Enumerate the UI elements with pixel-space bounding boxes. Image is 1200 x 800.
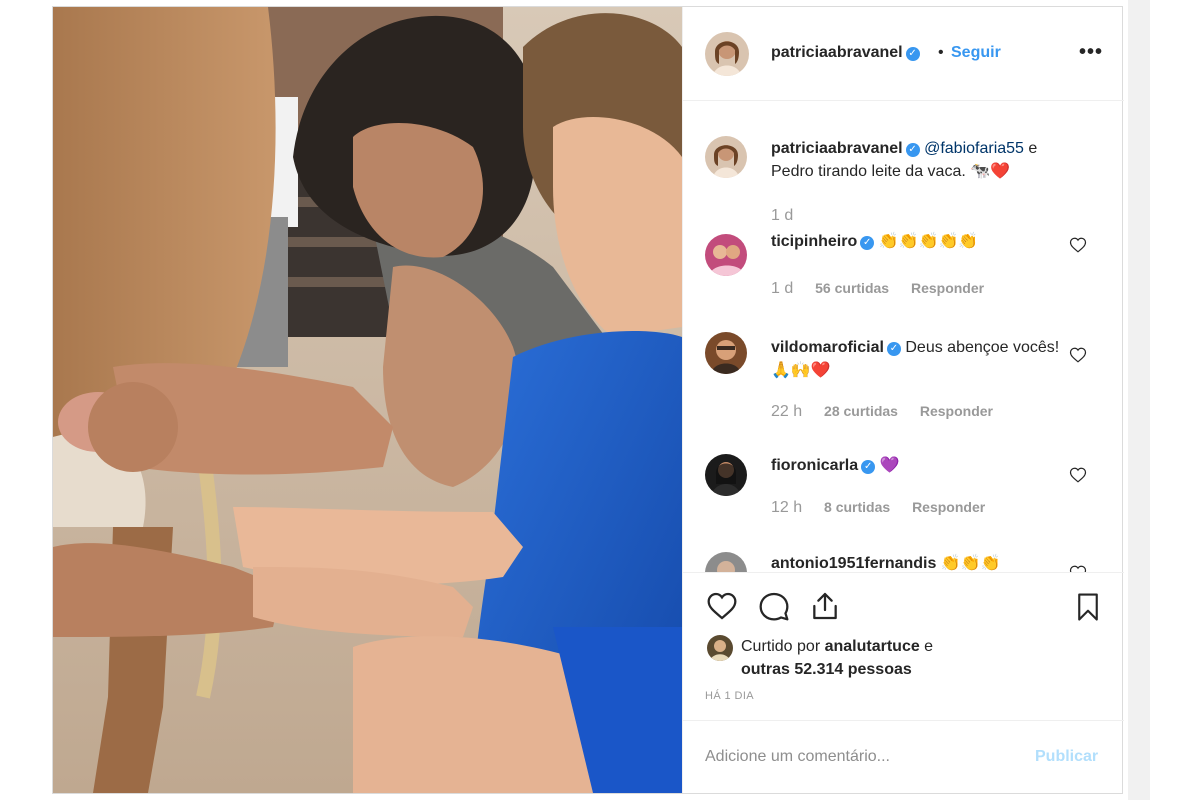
comment-text: antonio1951fernandis 👏👏👏 <box>771 552 1071 572</box>
caption-avatar[interactable] <box>705 136 747 178</box>
comment-text: ticipinheiro ✓ 👏👏👏👏👏 <box>771 230 1071 253</box>
author-username[interactable]: patriciaabravanel ✓ <box>771 44 920 62</box>
verified-badge-icon: ✓ <box>886 342 901 356</box>
comment-time: 12 h <box>771 499 803 516</box>
author-avatar[interactable] <box>705 32 749 76</box>
follow-button[interactable]: Seguir <box>951 44 1001 62</box>
share-upload-icon[interactable] <box>809 590 841 622</box>
post-sidebar: patriciaabravanel ✓ • Seguir ••• patricia… <box>682 7 1124 793</box>
comment-username[interactable]: antonio1951fernandis <box>771 555 936 572</box>
comment-meta: 22 h 28 curtidas Responder <box>771 403 1011 421</box>
verified-badge-icon: ✓ <box>861 460 876 474</box>
likes-others-count[interactable]: outras 52.314 pessoas <box>741 661 912 678</box>
likes-middle: e <box>919 638 934 655</box>
more-options-icon[interactable]: ••• <box>1079 41 1103 64</box>
comment-like-icon[interactable] <box>1069 466 1087 484</box>
comment-reply-button[interactable]: Responder <box>920 403 993 419</box>
comment-meta: 12 h 8 curtidas Responder <box>771 499 1003 517</box>
comment-body: 💜 <box>879 457 900 474</box>
caption-username[interactable]: patriciaabravanel <box>771 140 903 157</box>
likes-prefix: Curtido por <box>741 638 825 655</box>
comment-username[interactable]: fioronicarla <box>771 457 858 474</box>
add-comment-bar: Publicar <box>683 720 1124 793</box>
caption-text: patriciaabravanel ✓ @fabiofaria55 e Pedro… <box>771 137 1071 183</box>
comment-body: 👏👏👏 <box>940 555 1001 572</box>
caption-mention-link[interactable]: @fabiofaria55 <box>924 140 1024 157</box>
heart-outline-icon[interactable] <box>705 590 739 622</box>
comment-like-icon[interactable] <box>1069 346 1087 364</box>
photo-farm-milking-scene <box>53 7 682 793</box>
comment-time: 1 d <box>771 280 794 297</box>
comment-bubble-icon[interactable] <box>757 590 791 622</box>
verified-badge-icon: ✓ <box>860 236 875 250</box>
comments-list[interactable]: patriciaabravanel ✓ @fabiofaria55 e Pedro… <box>683 102 1124 572</box>
comment-avatar[interactable] <box>705 234 747 276</box>
verified-badge-icon: ✓ <box>905 47 920 61</box>
post-photo[interactable] <box>53 7 682 793</box>
comment-reply-button[interactable]: Responder <box>912 499 985 515</box>
instagram-post: patriciaabravanel ✓ • Seguir ••• patricia… <box>52 6 1124 794</box>
comment-likes-count[interactable]: 8 curtidas <box>824 499 890 515</box>
post-actions: Curtido por analutartuce e outras 52.314… <box>683 572 1124 792</box>
comment-likes-count[interactable]: 28 curtidas <box>824 403 898 419</box>
likes-summary: Curtido por analutartuce e outras 52.314… <box>741 635 933 681</box>
comment-meta: 1 d 56 curtidas Responder <box>771 280 1002 298</box>
header-separator: • <box>938 44 944 61</box>
comment-text: fioronicarla ✓ 💜 <box>771 454 1071 477</box>
comment-username[interactable]: vildomaroficial <box>771 339 884 356</box>
comment-body: 👏👏👏👏👏 <box>878 233 979 250</box>
comment-like-icon[interactable] <box>1069 236 1087 254</box>
publish-button[interactable]: Publicar <box>1035 748 1098 766</box>
liker-username[interactable]: analutartuce <box>825 638 920 655</box>
comment-reply-button[interactable]: Responder <box>911 280 984 296</box>
caption-emoji: 🐄❤️ <box>970 163 1011 180</box>
caption-time: 1 d <box>771 207 794 224</box>
bookmark-icon[interactable] <box>1073 590 1103 624</box>
comment-like-icon[interactable] <box>1069 564 1087 572</box>
page-scrollbar[interactable] <box>1128 0 1150 800</box>
comment-avatar[interactable] <box>705 454 747 496</box>
verified-badge-icon: ✓ <box>905 143 920 157</box>
comment-likes-count[interactable]: 56 curtidas <box>815 280 889 296</box>
caption-meta: 1 d <box>771 207 811 225</box>
comment-avatar[interactable] <box>705 552 747 572</box>
comment-avatar[interactable] <box>705 332 747 374</box>
comment-time: 22 h <box>771 403 803 420</box>
liker-avatar[interactable] <box>707 635 733 661</box>
comment-input[interactable] <box>705 743 1025 771</box>
comment-username[interactable]: ticipinheiro <box>771 233 857 250</box>
comment-text: vildomaroficial ✓ Deus abençoe vocês! 🙏🙌❤… <box>771 336 1071 382</box>
posted-time[interactable]: HÁ 1 DIA <box>705 690 754 702</box>
post-header: patriciaabravanel ✓ • Seguir ••• <box>683 7 1124 101</box>
